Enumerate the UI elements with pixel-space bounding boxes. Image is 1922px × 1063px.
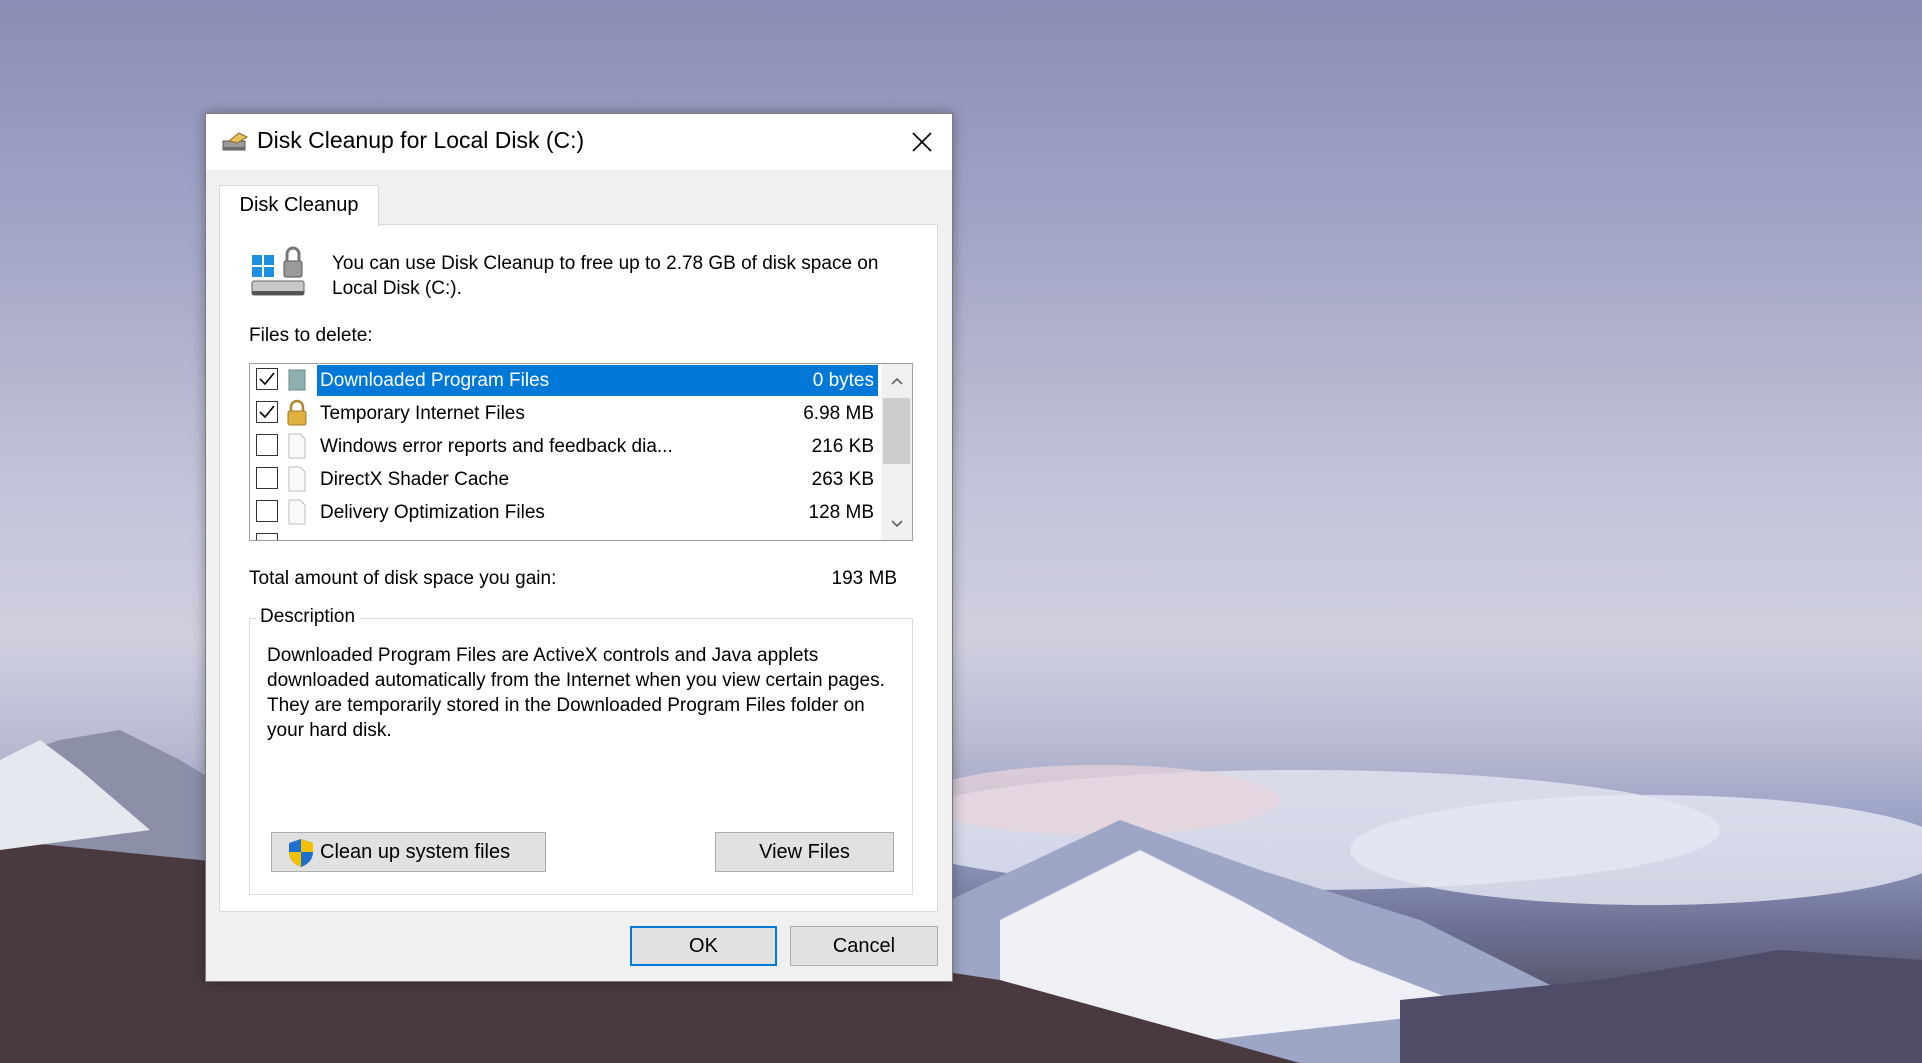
item-size: 128 MB <box>808 502 874 523</box>
list-item[interactable]: Delivery Optimization Files 128 MB <box>250 496 880 529</box>
item-name: Downloaded Program Files <box>320 370 550 391</box>
list-item[interactable]: DirectX Shader Cache 263 KB <box>250 463 880 496</box>
checkbox[interactable] <box>256 533 278 540</box>
checkbox[interactable] <box>256 467 278 489</box>
disk-cleanup-icon <box>221 131 251 155</box>
title-bar[interactable]: Disk Cleanup for Local Disk (C:) <box>206 114 952 170</box>
item-name: Windows error reports and feedback dia..… <box>320 436 673 457</box>
item-name: DirectX Shader Cache <box>320 469 510 490</box>
view-files-button[interactable]: View Files <box>715 832 894 872</box>
item-name: Temporary Internet Files <box>320 403 525 424</box>
files-list[interactable]: Downloaded Program Files 0 bytes Tempora… <box>249 363 913 541</box>
item-size: 216 KB <box>811 436 874 457</box>
file-icon <box>286 432 308 460</box>
drive-cleanup-icon <box>250 243 312 305</box>
clean-up-system-files-label: Clean up system files <box>320 841 511 863</box>
window-title: Disk Cleanup for Local Disk (C:) <box>257 127 585 153</box>
list-item[interactable]: Temporary Internet Files 6.98 MB <box>250 397 880 430</box>
uac-shield-icon <box>287 838 315 868</box>
scroll-up-button[interactable] <box>881 364 912 397</box>
disk-cleanup-dialog: Disk Cleanup for Local Disk (C:) Disk Cl… <box>205 113 953 982</box>
tab-disk-cleanup[interactable]: Disk Cleanup <box>219 185 379 226</box>
description-text: Downloaded Program Files are ActiveX con… <box>267 645 885 741</box>
item-name: Delivery Optimization Files <box>320 502 545 523</box>
close-icon <box>912 132 932 152</box>
list-item-partial <box>250 529 880 540</box>
chevron-down-icon <box>890 519 903 527</box>
checkbox[interactable] <box>256 434 278 456</box>
total-gain-value: 193 MB <box>831 568 897 589</box>
checkbox[interactable] <box>256 368 278 390</box>
item-size: 263 KB <box>811 469 874 490</box>
file-icon <box>286 498 308 526</box>
checkbox[interactable] <box>256 401 278 423</box>
list-scrollbar[interactable] <box>881 364 912 540</box>
files-to-delete-label: Files to delete: <box>249 325 373 346</box>
ok-button[interactable]: OK <box>630 926 777 966</box>
intro-text: You can use Disk Cleanup to free up to 2… <box>332 253 879 299</box>
clean-up-system-files-button[interactable]: Clean up system files <box>271 832 546 872</box>
scroll-down-button[interactable] <box>881 507 912 540</box>
item-size: 0 bytes <box>812 370 874 391</box>
lock-icon <box>286 399 308 427</box>
list-item[interactable]: Windows error reports and feedback dia..… <box>250 430 880 463</box>
file-icon <box>286 465 308 493</box>
cancel-button[interactable]: Cancel <box>790 926 938 966</box>
total-gain-label: Total amount of disk space you gain: <box>249 568 557 589</box>
description-group: Description Downloaded Program Files are… <box>249 606 913 895</box>
scroll-thumb[interactable] <box>883 398 910 464</box>
tab-panel: You can use Disk Cleanup to free up to 2… <box>219 224 938 912</box>
checkbox[interactable] <box>256 500 278 522</box>
chevron-up-icon <box>890 377 903 385</box>
description-legend: Description <box>256 606 360 628</box>
item-size: 6.98 MB <box>803 403 874 424</box>
close-button[interactable] <box>892 114 952 170</box>
folder-icon <box>286 366 308 394</box>
list-item[interactable]: Downloaded Program Files 0 bytes <box>250 364 880 397</box>
